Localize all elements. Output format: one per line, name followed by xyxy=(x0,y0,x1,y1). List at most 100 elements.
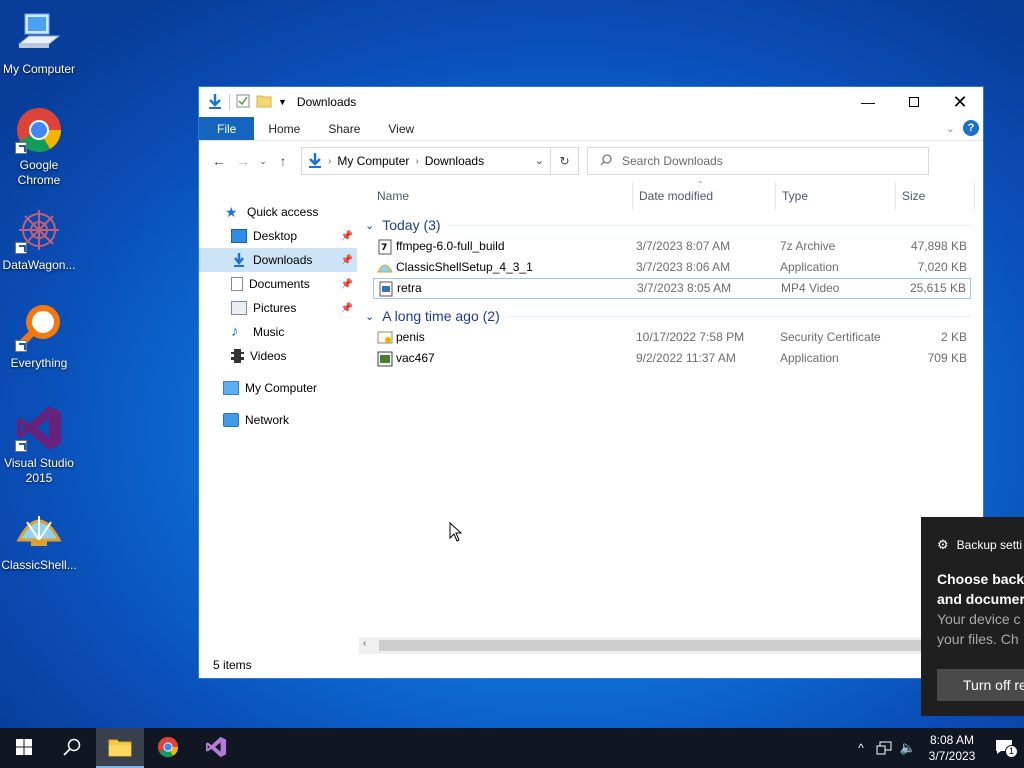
downloads-arrow-icon xyxy=(207,93,223,112)
shell-icon xyxy=(15,506,63,554)
file-date: 3/7/2023 8:06 AM xyxy=(636,260,731,274)
action-center-button[interactable]: 1 xyxy=(984,739,1024,758)
nav-quick-access[interactable]: ★ Quick access xyxy=(199,200,357,224)
chrome-icon xyxy=(157,736,179,761)
search-box[interactable]: Search Downloads xyxy=(587,147,929,175)
scrollbar-thumb[interactable] xyxy=(379,640,939,651)
file-date: 10/17/2022 7:58 PM xyxy=(636,330,745,344)
pin-icon[interactable]: 📌 xyxy=(341,303,353,314)
group-label: Today (3) xyxy=(382,217,441,233)
desktop-icon-everything[interactable]: Everything xyxy=(0,304,78,371)
tab-home[interactable]: Home xyxy=(254,117,314,140)
show-hidden-icons-chevron-icon[interactable]: ^ xyxy=(850,741,872,755)
search-magnifier-icon xyxy=(15,304,63,352)
help-icon[interactable]: ? xyxy=(963,120,979,136)
tab-file[interactable]: File xyxy=(199,117,255,140)
table-row[interactable]: 7 ffmpeg-6.0-full_build 3/7/2023 8:07 AM… xyxy=(359,236,985,257)
column-size[interactable]: Size xyxy=(895,182,975,210)
desktop-icon-visual-studio[interactable]: Visual Studio 2015 xyxy=(0,404,78,486)
computer-icon xyxy=(223,381,239,395)
up-arrow-icon: ↑ xyxy=(279,153,287,169)
back-arrow-icon: ← xyxy=(212,153,226,169)
nav-network[interactable]: Network xyxy=(199,408,357,432)
group-header-long-time-ago[interactable]: ⌄ A long time ago (2) xyxy=(359,305,985,327)
nav-documents[interactable]: Documents 📌 xyxy=(199,272,357,296)
column-name[interactable]: Name xyxy=(371,182,409,210)
file-name: vac467 xyxy=(396,351,435,365)
nav-pictures[interactable]: Pictures 📌 xyxy=(199,296,357,320)
maximize-button[interactable] xyxy=(891,87,937,117)
file-type: Application xyxy=(780,260,839,274)
new-folder-icon[interactable] xyxy=(256,94,272,111)
nav-my-computer[interactable]: My Computer xyxy=(199,376,357,400)
search-icon xyxy=(600,153,612,169)
close-button[interactable]: ✕ xyxy=(937,87,983,117)
horizontal-scrollbar[interactable]: ‹ xyxy=(359,637,985,654)
clock-time: 8:08 AM xyxy=(929,733,975,747)
address-bar[interactable]: › My Computer › Downloads ⌄ ↻ xyxy=(301,147,579,175)
taskbar-file-explorer[interactable] xyxy=(96,728,144,768)
nav-label: Pictures xyxy=(253,301,297,315)
file-size: 709 KB xyxy=(927,351,967,365)
file-date: 9/2/2022 11:37 AM xyxy=(636,351,736,365)
scroll-left-icon[interactable]: ‹ xyxy=(363,638,366,649)
pin-icon[interactable]: 📌 xyxy=(341,279,353,290)
address-dropdown-icon[interactable]: ⌄ xyxy=(535,154,544,167)
forward-button[interactable]: → xyxy=(231,149,255,173)
backup-notification-toast[interactable]: ⚙ Backup setti Choose back and documer Y… xyxy=(921,517,1024,716)
file-list: Name Date modified Type Size ⌃ ⌄ Today (… xyxy=(359,180,985,654)
desktop-icon-classicshell[interactable]: ClassicShell... xyxy=(0,506,78,573)
clock[interactable]: 8:08 AM 3/7/2023 xyxy=(920,732,984,764)
breadcrumb-my-computer[interactable]: My Computer xyxy=(337,154,409,168)
taskbar-visual-studio[interactable] xyxy=(192,728,240,768)
table-row[interactable]: ClassicShellSetup_4_3_1 3/7/2023 8:06 AM… xyxy=(359,257,985,278)
up-button[interactable]: ↑ xyxy=(271,149,295,173)
breadcrumb-downloads[interactable]: Downloads xyxy=(425,154,484,168)
gear-icon: ⚙ xyxy=(937,537,949,552)
nav-downloads[interactable]: Downloads 📌 xyxy=(199,248,357,272)
tab-share[interactable]: Share xyxy=(314,117,374,140)
properties-check-icon[interactable] xyxy=(236,94,250,111)
pin-icon[interactable]: 📌 xyxy=(341,231,353,242)
back-button[interactable]: ← xyxy=(207,149,231,173)
nav-videos[interactable]: Videos xyxy=(199,344,357,368)
start-button[interactable] xyxy=(0,728,48,768)
group-header-today[interactable]: ⌄ Today (3) xyxy=(359,214,985,236)
svg-text:7: 7 xyxy=(381,243,387,253)
sort-indicator-icon: ⌃ xyxy=(697,180,704,189)
refresh-button[interactable]: ↻ xyxy=(550,148,578,174)
expand-ribbon-chevron-icon[interactable]: ⌄ xyxy=(946,122,955,135)
minimize-button[interactable]: — xyxy=(845,87,891,117)
nav-desktop[interactable]: Desktop 📌 xyxy=(199,224,357,248)
volume-icon[interactable]: 🔈 xyxy=(896,740,920,756)
nav-label: Videos xyxy=(250,349,287,363)
window-title: Downloads xyxy=(296,95,357,109)
column-type[interactable]: Type xyxy=(775,182,808,210)
group-collapse-chevron-icon[interactable]: ⌄ xyxy=(365,219,374,232)
recent-locations-button[interactable]: ⌄ xyxy=(255,149,271,173)
nav-label: Downloads xyxy=(253,253,313,267)
status-item-count: 5 items xyxy=(213,658,252,672)
group-collapse-chevron-icon[interactable]: ⌄ xyxy=(365,310,374,323)
table-row[interactable]: retra 3/7/2023 8:05 AM MP4 Video 25,615 … xyxy=(373,278,971,299)
file-size: 7,020 KB xyxy=(917,260,967,274)
shortcut-arrow-icon xyxy=(15,242,27,254)
nav-music[interactable]: ♪ Music xyxy=(199,320,357,344)
folder-icon xyxy=(108,737,132,760)
customize-toolbar-chevron-icon[interactable]: ▼ xyxy=(278,97,287,107)
desktop-icon-my-computer[interactable]: My Computer xyxy=(0,10,78,77)
file-type: 7z Archive xyxy=(780,239,836,253)
turn-off-button[interactable]: Turn off re xyxy=(937,669,1024,701)
downloads-arrow-icon xyxy=(231,253,247,267)
taskbar-chrome[interactable] xyxy=(144,728,192,768)
table-row[interactable]: penis 10/17/2022 7:58 PM Security Certif… xyxy=(359,327,985,348)
network-status-icon[interactable] xyxy=(872,741,896,755)
pictures-icon xyxy=(231,301,247,315)
table-row[interactable]: vac467 9/2/2022 11:37 AM Application 709… xyxy=(359,348,985,369)
column-headers: Name Date modified Type Size ⌃ xyxy=(359,180,985,210)
pin-icon[interactable]: 📌 xyxy=(341,255,353,266)
search-button[interactable] xyxy=(48,728,96,768)
desktop-icon-datawagon[interactable]: DataWagon... xyxy=(0,206,78,273)
tab-view[interactable]: View xyxy=(374,117,428,140)
desktop-icon-chrome[interactable]: Google Chrome xyxy=(0,106,78,188)
